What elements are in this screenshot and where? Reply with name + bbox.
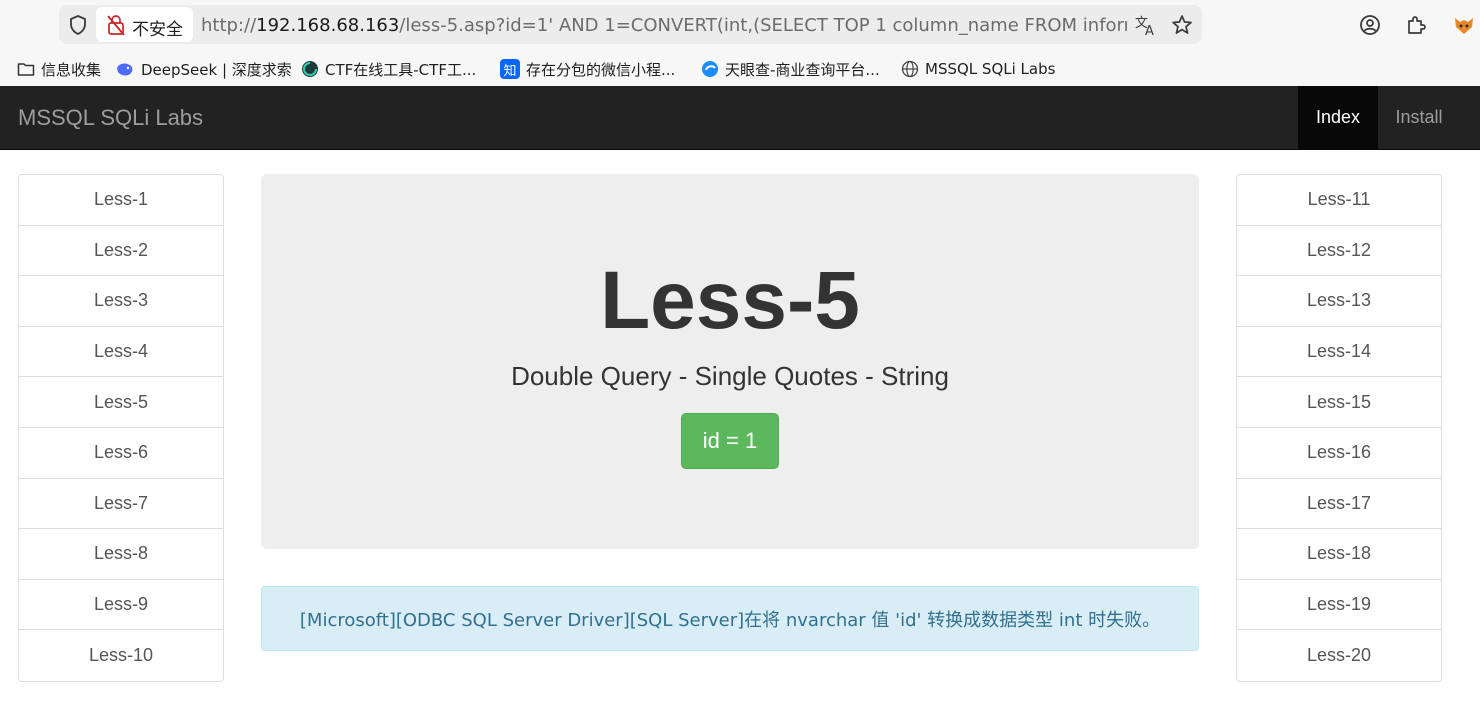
navbar: MSSQL SQLi Labs Index Install [0, 86, 1480, 150]
list-item-less-11[interactable]: Less-11 [1237, 175, 1441, 226]
browser-chrome: 不安全 http://192.168.68.163/less-5.asp?id=… [0, 0, 1480, 86]
less-list-left: Less-1 Less-2 Less-3 Less-4 Less-5 Less-… [18, 174, 224, 682]
error-alert: [Microsoft][ODBC SQL Server Driver][SQL … [261, 586, 1199, 651]
bookmark-label: MSSQL SQLi Labs [925, 60, 1056, 78]
tianyancha-icon [702, 61, 718, 77]
list-item-less-7[interactable]: Less-7 [19, 479, 223, 530]
extensions-icon[interactable] [1404, 13, 1428, 37]
list-item-less-13[interactable]: Less-13 [1237, 276, 1441, 327]
list-item-less-6[interactable]: Less-6 [19, 428, 223, 479]
bookmark-label: CTF在线工具-CTF工... [325, 60, 477, 79]
zhihu-icon: 知 [500, 59, 520, 79]
star-icon[interactable] [1170, 13, 1194, 37]
fox-icon[interactable] [1452, 13, 1476, 37]
less-list-right: Less-11 Less-12 Less-13 Less-14 Less-15 … [1236, 174, 1442, 682]
bookmarks-bar: 信息收集 DeepSeek | 深度求索 CTF在线工具-CTF工... 知 存… [0, 52, 1480, 84]
navbar-brand[interactable]: MSSQL SQLi Labs [18, 105, 203, 131]
svg-text:A: A [1145, 24, 1154, 37]
bookmark-mssql-labs[interactable]: MSSQL SQLi Labs [901, 58, 1055, 80]
nav-install[interactable]: Install [1378, 86, 1460, 149]
page-subtitle: Double Query - Single Quotes - String [511, 361, 949, 391]
lock-slash-icon [107, 15, 125, 36]
list-item-less-9[interactable]: Less-9 [19, 580, 223, 631]
ctf-icon [302, 61, 318, 77]
list-item-less-1[interactable]: Less-1 [19, 175, 223, 226]
bookmark-label: 天眼查-商业查询平台... [725, 60, 880, 79]
nav-index[interactable]: Index [1298, 86, 1378, 149]
bookmark-deepseek[interactable]: DeepSeek | 深度求索 [115, 58, 292, 80]
globe-icon [901, 60, 919, 78]
list-item-less-5[interactable]: Less-5 [19, 377, 223, 428]
list-item-less-16[interactable]: Less-16 [1237, 428, 1441, 479]
profile-icon[interactable] [1358, 13, 1382, 37]
bookmark-zhihu[interactable]: 知 存在分包的微信小程... [500, 58, 675, 80]
list-item-less-15[interactable]: Less-15 [1237, 377, 1441, 428]
shield-icon[interactable] [66, 13, 90, 37]
bookmark-label: DeepSeek | 深度求索 [141, 60, 292, 79]
bookmark-tianyancha[interactable]: 天眼查-商业查询平台... [701, 58, 880, 80]
list-item-less-10[interactable]: Less-10 [19, 630, 223, 681]
url-path: /less-5.asp?id=1' AND 1=CONVERT(int,(SEL… [399, 15, 1127, 36]
list-item-less-14[interactable]: Less-14 [1237, 327, 1441, 378]
url-prefix: http:// [201, 15, 257, 36]
list-item-less-12[interactable]: Less-12 [1237, 226, 1441, 277]
url-text[interactable]: http://192.168.68.163/less-5.asp?id=1' A… [201, 15, 1127, 37]
list-item-less-19[interactable]: Less-19 [1237, 580, 1441, 631]
bookmark-label: 存在分包的微信小程... [526, 60, 676, 79]
list-item-less-18[interactable]: Less-18 [1237, 529, 1441, 580]
list-item-less-4[interactable]: Less-4 [19, 327, 223, 378]
list-item-less-20[interactable]: Less-20 [1237, 630, 1441, 681]
bookmark-ctf-tools[interactable]: CTF在线工具-CTF工... [301, 58, 476, 80]
page-title: Less-5 [600, 255, 860, 346]
bookmark-label: 信息收集 [41, 60, 102, 79]
bookmark-info-collect[interactable]: 信息收集 [17, 58, 101, 80]
list-item-less-2[interactable]: Less-2 [19, 226, 223, 277]
folder-icon [17, 63, 35, 76]
url-host: 192.168.68.163 [256, 15, 400, 36]
translate-icon[interactable]: 文 A [1134, 13, 1158, 37]
id-button[interactable]: id = 1 [681, 413, 779, 469]
list-item-less-17[interactable]: Less-17 [1237, 479, 1441, 530]
list-item-less-3[interactable]: Less-3 [19, 276, 223, 327]
list-item-less-8[interactable]: Less-8 [19, 529, 223, 580]
insecure-label: 不安全 [132, 20, 183, 40]
address-row: 不安全 http://192.168.68.163/less-5.asp?id=… [0, 0, 1480, 50]
deepseek-icon [117, 63, 133, 76]
